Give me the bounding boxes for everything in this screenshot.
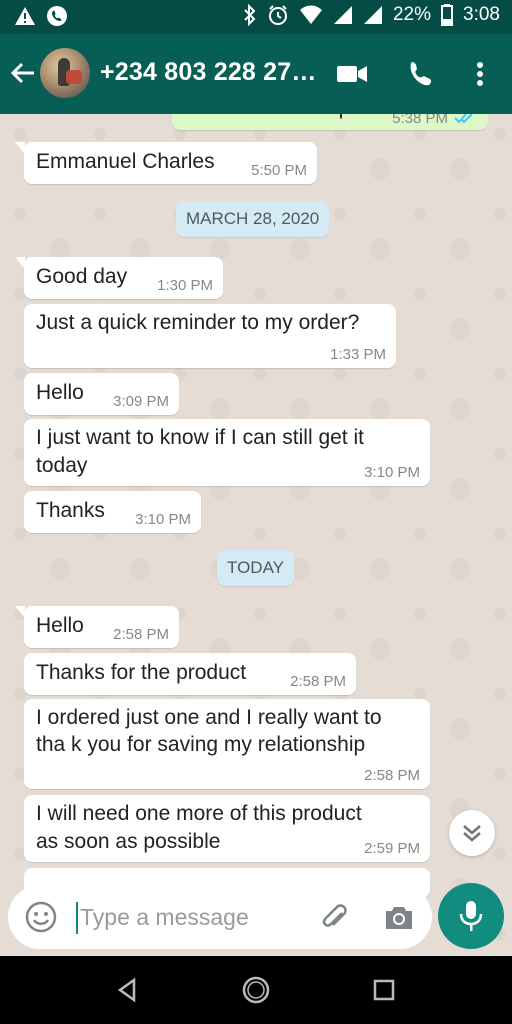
text-caret [76, 902, 78, 934]
wifi-icon [299, 5, 322, 24]
status-bar: 22% 3:08 [0, 0, 512, 34]
camera-icon[interactable] [382, 901, 416, 935]
clock: 3:08 [463, 4, 500, 25]
warning-icon [15, 7, 35, 25]
signal-icon-2 [363, 6, 382, 24]
system-nav-bar [0, 956, 512, 1024]
voice-call-button[interactable] [402, 56, 438, 92]
nav-back-icon[interactable] [112, 974, 144, 1006]
message-incoming[interactable]: Hello 3:09 PM [24, 373, 179, 415]
paperclip-icon[interactable] [318, 901, 352, 935]
date-divider: TODAY [217, 550, 294, 586]
more-vert-icon [477, 62, 483, 86]
chat-header: +234 803 228 27… [0, 34, 512, 114]
message-incoming[interactable]: Good day 1:30 PM [15, 257, 223, 299]
alarm-icon [268, 5, 287, 25]
video-call-icon [337, 66, 367, 82]
message-incoming[interactable]: Thanks for the product 2:58 PM [24, 653, 356, 695]
message-input[interactable] [80, 899, 300, 935]
nav-recents-icon[interactable] [368, 974, 400, 1006]
avatar[interactable] [40, 48, 90, 98]
message-incoming[interactable]: Hello 2:58 PM [15, 606, 179, 648]
double-chevron-down-icon [463, 825, 481, 842]
message-composer [8, 885, 432, 949]
message-incoming[interactable]: I ordered just one and I really want to … [24, 699, 430, 789]
video-call-button[interactable] [334, 56, 370, 92]
battery-percent: 22% [392, 4, 432, 25]
message-incoming[interactable]: I will need one more of this product as … [24, 795, 430, 862]
read-receipt-icon [454, 114, 473, 124]
message-incoming[interactable]: Thanks 3:10 PM [24, 491, 201, 533]
scroll-to-bottom-button[interactable] [449, 810, 495, 856]
chat-area[interactable]: Your name please? 5:38 PM Emmanuel Charl… [0, 114, 512, 956]
contact-name[interactable]: +234 803 228 27… [100, 58, 317, 87]
more-options-button[interactable] [462, 56, 498, 92]
battery-icon [441, 4, 454, 26]
arrow-left-icon[interactable] [8, 58, 38, 88]
nav-home-icon[interactable] [240, 974, 272, 1006]
message-outgoing-partial[interactable]: Your name please? 5:38 PM [172, 114, 488, 130]
date-divider: MARCH 28, 2020 [176, 201, 330, 237]
message-incoming[interactable]: Just a quick reminder to my order? 1:33 … [24, 304, 396, 368]
phone-icon [410, 62, 432, 86]
emoji-icon[interactable] [24, 900, 58, 934]
message-incoming[interactable]: I just want to know if I can still get i… [24, 419, 430, 486]
bluetooth-icon [244, 4, 256, 26]
message-incoming[interactable]: Emmanuel Charles 5:50 PM [15, 142, 317, 184]
signal-icon [333, 6, 352, 24]
voice-record-button[interactable] [438, 883, 504, 949]
whatsapp-icon [47, 6, 67, 26]
mic-icon [459, 901, 483, 931]
